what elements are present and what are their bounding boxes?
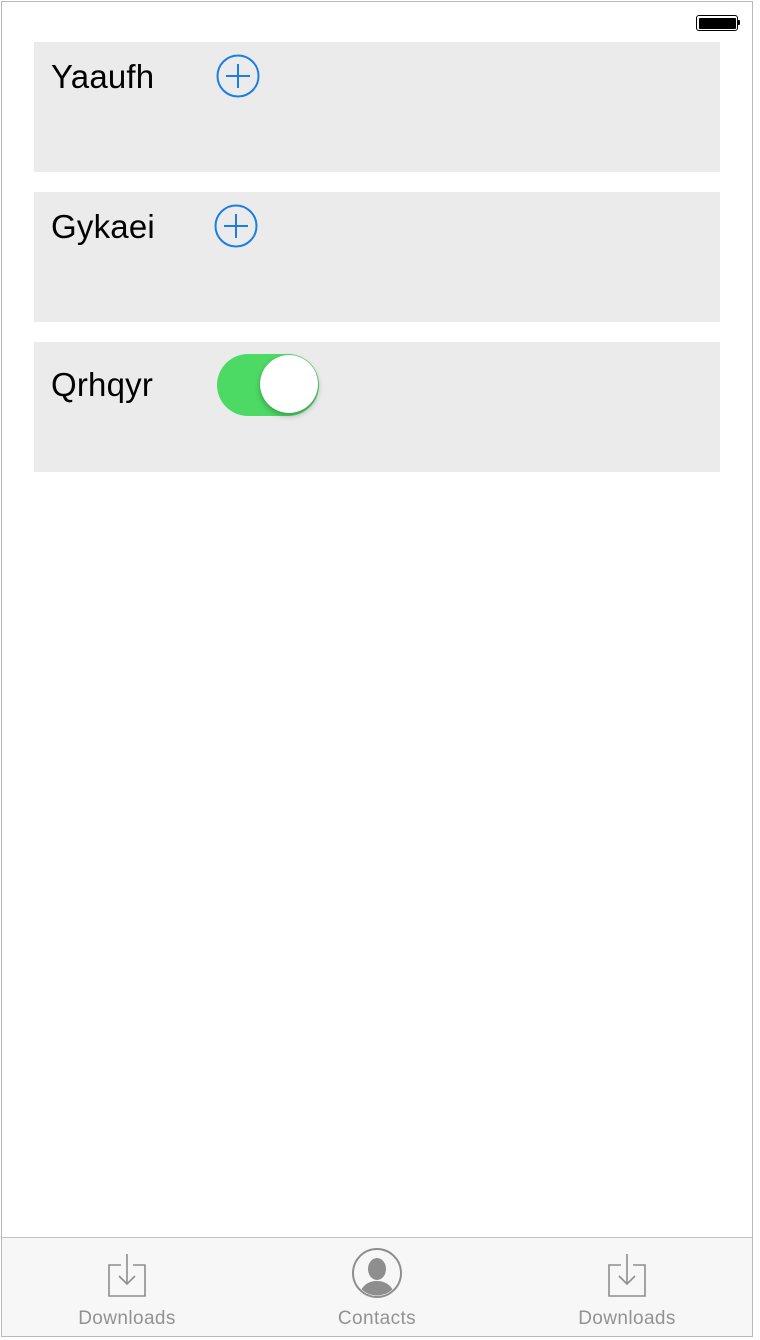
battery-full-icon [696, 15, 740, 31]
tab-label: Downloads [578, 1308, 676, 1329]
row-label: Yaaufh [51, 58, 155, 95]
download-icon [601, 1247, 653, 1299]
tab-label: Downloads [78, 1308, 176, 1329]
app-window: Yaaufh Gykaei Qrhqyr Downloads Contacts … [1, 1, 753, 1337]
tab-label: Contacts [337, 1308, 417, 1329]
tab-downloads[interactable]: Downloads [2, 1238, 252, 1336]
status-bar [2, 2, 752, 42]
plus-circle-icon[interactable] [214, 204, 258, 248]
list-row-yaaufh: Yaaufh [34, 42, 720, 172]
contact-icon [351, 1247, 403, 1299]
plus-circle-icon[interactable] [216, 54, 260, 98]
list-row-qrhqyr: Qrhqyr [34, 342, 720, 472]
row-label: Gykaei [51, 208, 155, 245]
toggle-switch[interactable] [217, 354, 319, 416]
tab-downloads-2[interactable]: Downloads [502, 1238, 752, 1336]
tab-contacts[interactable]: Contacts [252, 1238, 502, 1336]
download-icon [101, 1247, 153, 1299]
toggle-knob [260, 355, 318, 413]
tab-bar: Downloads Contacts Downloads [2, 1237, 752, 1336]
row-label: Qrhqyr [51, 366, 154, 403]
list-row-gykaei: Gykaei [34, 192, 720, 322]
